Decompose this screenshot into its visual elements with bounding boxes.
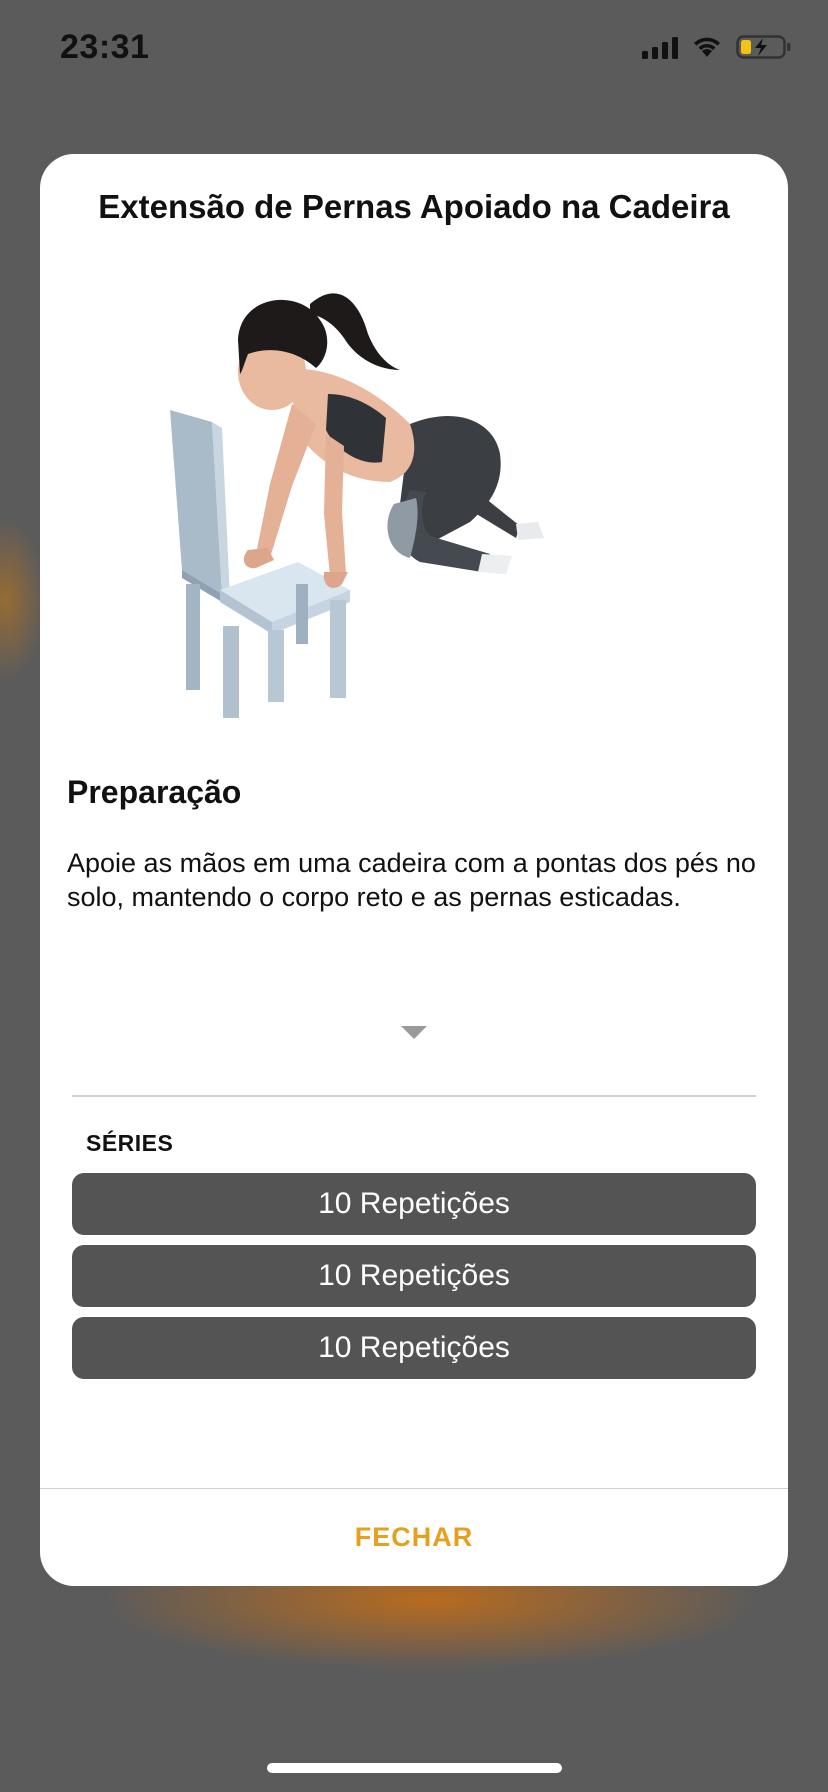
divider [72, 1095, 756, 1097]
exercise-description: Apoie as mãos em uma cadeira com a ponta… [67, 848, 756, 912]
close-button[interactable]: FECHAR [40, 1489, 788, 1586]
status-icons [642, 34, 792, 60]
wifi-icon [694, 37, 720, 57]
series-item[interactable]: 10 Repetições [72, 1173, 756, 1235]
section-heading: Preparação [67, 774, 242, 810]
exercise-illustration [170, 293, 544, 718]
chevron-down-icon[interactable] [401, 1026, 427, 1039]
status-bar: 23:31 [0, 0, 828, 100]
home-indicator[interactable] [267, 1763, 562, 1773]
exercise-detail-modal: Extensão de Pernas Apoiado na Cadeira Pr… [40, 154, 788, 1586]
series-item[interactable]: 10 Repetições [72, 1317, 756, 1379]
series-label: SÉRIES [86, 1130, 174, 1156]
woman-illustration [238, 293, 544, 588]
exercise-title: Extensão de Pernas Apoiado na Cadeira [98, 188, 730, 225]
status-time: 23:31 [60, 28, 150, 66]
cellular-signal-icon [642, 35, 678, 59]
battery-charging-icon [736, 35, 791, 59]
series-list: 10 Repetições 10 Repetições 10 Repetiçõe… [72, 1173, 756, 1389]
series-item[interactable]: 10 Repetições [72, 1245, 756, 1307]
